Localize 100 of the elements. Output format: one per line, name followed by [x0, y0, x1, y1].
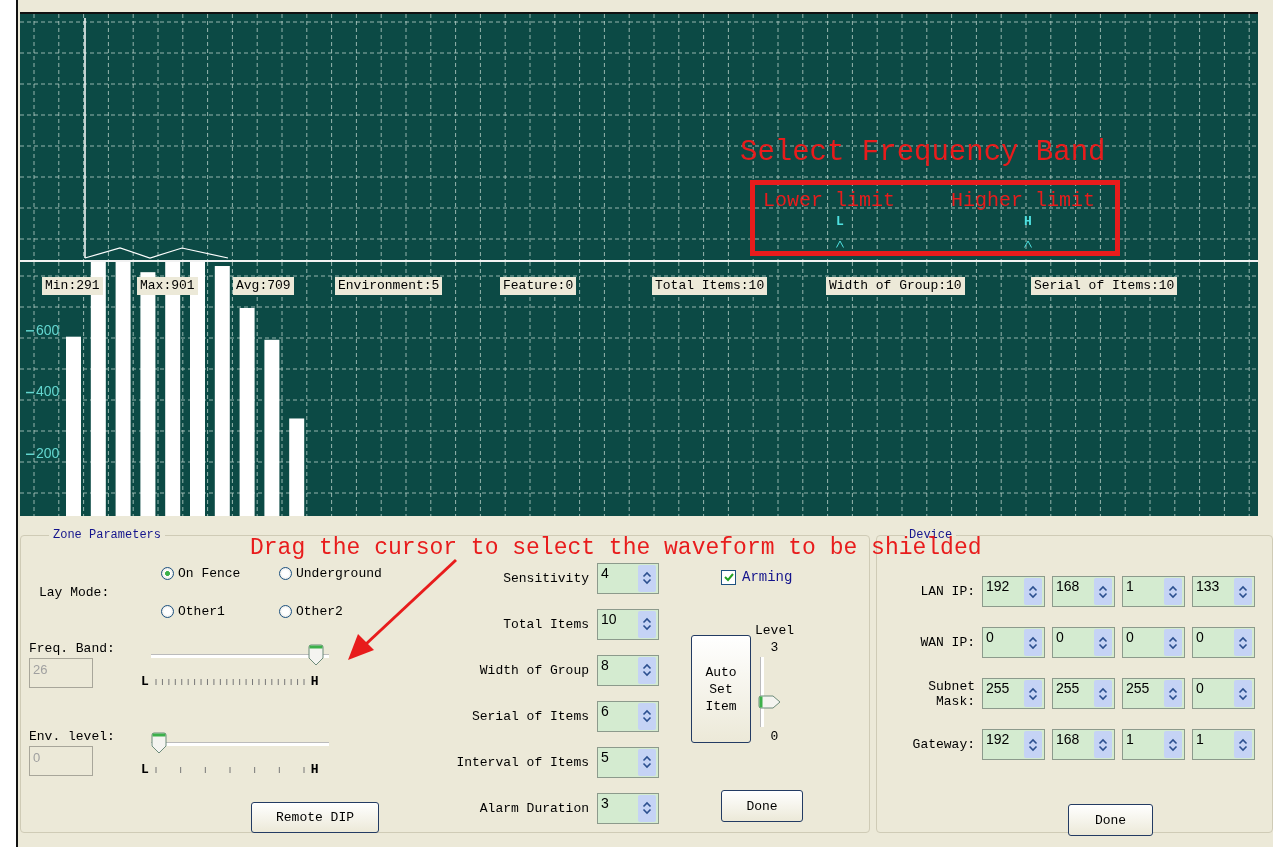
spin-field[interactable]: 168	[1052, 729, 1115, 760]
stat-label: Width of Group:10	[826, 277, 965, 295]
spin-button[interactable]	[1094, 629, 1112, 656]
radio-label[interactable]: Other2	[296, 604, 343, 619]
spin-button[interactable]	[1094, 578, 1112, 605]
scale-label: L	[141, 674, 149, 689]
annotation-text: Drag the cursor to select the waveform to be shielded	[250, 535, 982, 561]
spin-button[interactable]	[638, 610, 656, 638]
spin-field[interactable]: 8	[597, 654, 659, 686]
annotation-label: Lower limit	[763, 189, 896, 212]
spin-field[interactable]: 255	[982, 678, 1045, 709]
spin-field[interactable]: 0	[1052, 627, 1115, 658]
spin-field[interactable]: 0	[982, 627, 1045, 658]
field-label: Alarm Duration	[479, 800, 589, 816]
spin-field[interactable]: 0	[1122, 627, 1185, 658]
remote-dip-button[interactable]: Remote DIP	[251, 802, 379, 833]
spin-button[interactable]	[638, 564, 656, 592]
checkbox[interactable]	[721, 569, 736, 585]
stat-label: Serial of Items:10	[1031, 277, 1178, 295]
spin-field[interactable]: 192	[982, 576, 1045, 607]
spin-button[interactable]	[638, 702, 656, 730]
spin-button[interactable]	[1234, 629, 1252, 656]
stat-label: Feature:0	[500, 277, 577, 295]
up-down-arrows-icon	[642, 617, 652, 631]
spin-button[interactable]	[1164, 731, 1182, 758]
up-down-arrows-icon	[642, 663, 652, 677]
slider-thumb[interactable]	[757, 694, 782, 709]
group-title: Zone Parameters	[52, 528, 163, 542]
field-label: Env. level:	[29, 729, 115, 744]
up-down-arrows-icon	[1028, 584, 1038, 599]
spin-button[interactable]	[1234, 731, 1252, 758]
spin-field[interactable]: 192	[982, 729, 1045, 760]
stat-label: Min:291	[42, 277, 103, 295]
spin-button[interactable]	[1024, 578, 1042, 605]
axis-tick	[25, 330, 35, 332]
slider-track[interactable]	[757, 657, 782, 727]
spin-button[interactable]	[1094, 680, 1112, 707]
spin-button[interactable]	[1234, 680, 1252, 707]
field-label: Gateway:	[911, 737, 975, 752]
auto-set-button[interactable]: Auto Set Item	[691, 635, 751, 743]
field-label: Freq. Band:	[29, 641, 115, 656]
scale-label: L	[141, 762, 149, 777]
up-down-arrows-icon	[1168, 686, 1178, 701]
slider-track[interactable]	[151, 644, 329, 668]
spin-field[interactable]: 255	[1122, 678, 1185, 709]
spin-field[interactable]: 1	[1192, 729, 1255, 760]
spin-button[interactable]	[1164, 680, 1182, 707]
scale-label: H	[310, 674, 319, 689]
spin-button[interactable]	[638, 794, 656, 822]
radio-label[interactable]: Underground	[296, 566, 382, 581]
spin-field[interactable]: 1	[1122, 576, 1185, 607]
field-label: Sensitivity	[503, 570, 589, 586]
spin-field[interactable]: 0	[1192, 627, 1255, 658]
radio-label[interactable]: On Fence	[178, 566, 241, 581]
spin-field[interactable]: 4	[597, 562, 659, 594]
done-button[interactable]: Done	[721, 790, 803, 822]
spin-button[interactable]	[1024, 731, 1042, 758]
spin-button[interactable]	[1164, 629, 1182, 656]
spin-field[interactable]: 3	[597, 792, 659, 824]
spin-field[interactable]: 5	[597, 746, 659, 778]
radio-button[interactable]	[161, 567, 174, 580]
up-down-arrows-icon	[642, 801, 652, 815]
slider-track[interactable]	[151, 732, 329, 756]
up-down-arrows-icon	[1168, 635, 1178, 650]
radio-button[interactable]	[279, 605, 292, 618]
field-label: Width of Group	[479, 662, 589, 678]
spin-button[interactable]	[1094, 731, 1112, 758]
band-marker[interactable]: L	[836, 214, 844, 229]
spin-button[interactable]	[1164, 578, 1182, 605]
up-down-arrows-icon	[1168, 584, 1178, 599]
spin-field[interactable]: 133	[1192, 576, 1255, 607]
spin-field[interactable]: 10	[597, 608, 659, 640]
band-marker[interactable]: H	[1024, 214, 1032, 229]
up-down-arrows-icon	[1098, 635, 1108, 650]
radio-button[interactable]	[279, 567, 292, 580]
spin-button[interactable]	[1024, 680, 1042, 707]
annotation-title: Select Frequency Band	[740, 136, 1106, 169]
checkbox-label[interactable]: Arming	[742, 569, 793, 585]
spin-button[interactable]	[638, 656, 656, 684]
radio-label[interactable]: Other1	[178, 604, 225, 619]
up-down-arrows-icon	[1028, 686, 1038, 701]
spin-field[interactable]: 0	[1192, 678, 1255, 709]
up-down-arrows-icon	[642, 571, 652, 585]
up-down-arrows-icon	[1028, 635, 1038, 650]
spin-field[interactable]: 6	[597, 700, 659, 732]
spin-field[interactable]: 255	[1052, 678, 1115, 709]
up-down-arrows-icon	[1098, 584, 1108, 599]
caret-icon	[836, 240, 844, 248]
spin-button[interactable]	[1234, 578, 1252, 605]
done-button[interactable]: Done	[1068, 804, 1153, 836]
field-label: Lay Mode:	[38, 585, 111, 600]
slider-label: Level	[755, 623, 794, 638]
spin-field[interactable]: 1	[1122, 729, 1185, 760]
up-down-arrows-icon	[1238, 686, 1248, 701]
spin-button[interactable]	[638, 748, 656, 776]
radio-button[interactable]	[161, 605, 174, 618]
up-down-arrows-icon	[1238, 635, 1248, 650]
stat-label: Total Items:10	[652, 277, 768, 295]
spin-field[interactable]: 168	[1052, 576, 1115, 607]
spin-button[interactable]	[1024, 629, 1042, 656]
